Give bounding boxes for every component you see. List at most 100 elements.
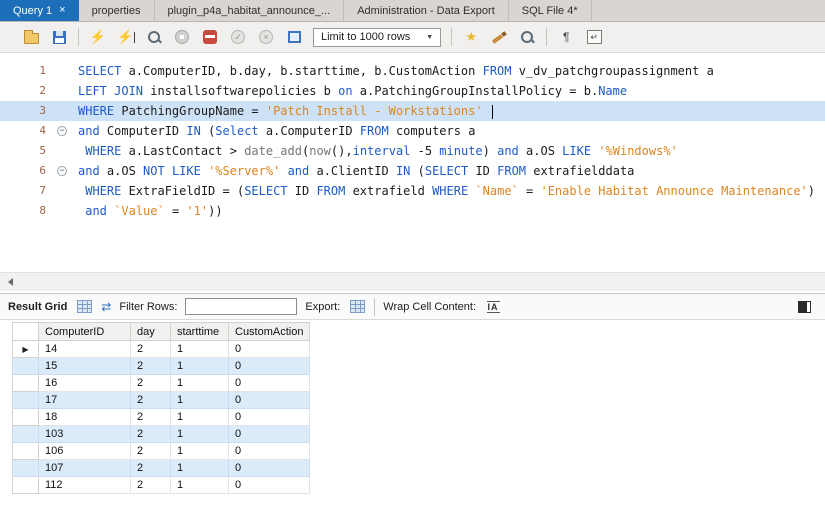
table-cell[interactable]: 106 (38, 442, 131, 460)
beautify-brush-icon[interactable] (490, 28, 508, 46)
table-cell[interactable]: 0 (227, 374, 311, 392)
save-icon[interactable] (50, 28, 68, 46)
column-header[interactable]: CustomAction (227, 322, 311, 341)
rollback-icon[interactable]: × (257, 28, 275, 46)
tab-query-1[interactable]: Query 1 × (0, 0, 79, 21)
export-icon[interactable] (348, 298, 366, 316)
editor-line[interactable]: 2 LEFT JOIN installsoftwarepolicies b on … (0, 81, 825, 101)
table-cell[interactable]: 2 (130, 374, 171, 392)
table-cell[interactable]: 18 (38, 408, 131, 426)
wrap-cell-content-icon[interactable] (484, 298, 502, 316)
table-cell[interactable]: 2 (130, 425, 171, 443)
editor-line[interactable]: 8 and `Value` = '1')) (0, 201, 825, 221)
row-marker[interactable] (12, 459, 39, 477)
scroll-left-icon[interactable] (0, 273, 20, 291)
table-cell[interactable]: 0 (227, 408, 311, 426)
table-cell[interactable]: 1 (170, 340, 229, 358)
row-marker[interactable] (12, 425, 39, 443)
table-cell[interactable]: 15 (38, 357, 131, 375)
table-row[interactable]: 15 2 1 0 (12, 357, 311, 375)
row-marker[interactable] (12, 408, 39, 426)
table-row[interactable]: 103 2 1 0 (12, 425, 311, 443)
table-row[interactable]: 16 2 1 0 (12, 374, 311, 392)
open-file-icon[interactable] (22, 28, 40, 46)
row-marker[interactable] (12, 442, 39, 460)
line-number: 3 (39, 104, 46, 117)
invisible-chars-icon[interactable]: ¶ (557, 28, 575, 46)
table-cell[interactable]: 1 (170, 408, 229, 426)
table-cell[interactable]: 2 (130, 340, 171, 358)
table-cell[interactable]: 0 (227, 357, 311, 375)
editor-line[interactable]: 4 − and ComputerID IN (Select a.ComputerID… (0, 121, 825, 141)
table-cell[interactable]: 2 (130, 391, 171, 409)
execute-icon[interactable]: ⚡ (89, 28, 107, 46)
editor-line[interactable]: 6 − and a.OS NOT LIKE '%Server%' and a.Cli… (0, 161, 825, 181)
table-cell[interactable]: 107 (38, 459, 131, 477)
editor-line[interactable]: 5 WHERE a.LastContact > date_add(now(),i… (0, 141, 825, 161)
table-cell[interactable]: 1 (170, 442, 229, 460)
table-cell[interactable]: 14 (38, 340, 131, 358)
table-cell[interactable]: 112 (38, 476, 131, 494)
row-marker[interactable] (12, 374, 39, 392)
table-row[interactable]: 106 2 1 0 (12, 442, 311, 460)
explain-icon[interactable] (145, 28, 163, 46)
tab-sql-file-4[interactable]: SQL File 4* (509, 0, 592, 21)
table-cell[interactable]: 1 (170, 459, 229, 477)
close-icon[interactable]: × (59, 5, 65, 16)
table-cell[interactable]: 0 (227, 340, 311, 358)
table-cell[interactable]: 2 (130, 357, 171, 375)
wrap-text-icon[interactable]: ↵ (585, 28, 603, 46)
table-cell[interactable]: 1 (170, 357, 229, 375)
editor-horizontal-scrollbar[interactable] (0, 272, 825, 291)
row-marker[interactable] (12, 476, 39, 494)
stop-on-error-icon[interactable] (201, 28, 219, 46)
tab-plugin-p4a-habitat-announce[interactable]: plugin_p4a_habitat_announce_... (155, 0, 345, 21)
editor-line[interactable]: 1 SELECT a.ComputerID, b.day, b.starttime… (0, 61, 825, 81)
limit-rows-dropdown[interactable]: Limit to 1000 rows ▼ (313, 27, 442, 47)
filter-rows-input[interactable] (185, 298, 298, 315)
commit-icon[interactable]: ✓ (229, 28, 247, 46)
side-panel-toggle-icon[interactable] (798, 300, 811, 313)
table-cell[interactable]: 0 (227, 442, 311, 460)
column-header[interactable]: ComputerID (38, 322, 131, 341)
find-icon[interactable] (518, 28, 536, 46)
tab-properties[interactable]: properties (79, 0, 155, 21)
table-row[interactable]: 17 2 1 0 (12, 391, 311, 409)
editor-line[interactable]: 7 WHERE ExtraFieldID = (SELECT ID FROM e… (0, 181, 825, 201)
sql-editor[interactable]: 1 SELECT a.ComputerID, b.day, b.starttime… (0, 53, 825, 272)
beautify-star-icon[interactable]: ★ (462, 28, 480, 46)
fold-icon[interactable]: − (57, 126, 67, 136)
table-cell[interactable]: 2 (130, 442, 171, 460)
table-cell[interactable]: 0 (227, 476, 311, 494)
table-cell[interactable]: 0 (227, 425, 311, 443)
column-header[interactable]: starttime (170, 322, 229, 341)
table-cell[interactable]: 2 (130, 476, 171, 494)
table-cell[interactable]: 2 (130, 408, 171, 426)
table-cell[interactable]: 2 (130, 459, 171, 477)
table-row[interactable]: ▶ 14 2 1 0 (12, 340, 311, 358)
column-header[interactable]: day (130, 322, 171, 341)
table-cell[interactable]: 17 (38, 391, 131, 409)
autocommit-icon[interactable] (285, 28, 303, 46)
row-marker[interactable]: ▶ (12, 340, 39, 358)
row-marker[interactable] (12, 391, 39, 409)
table-row[interactable]: 18 2 1 0 (12, 408, 311, 426)
tab-administration-data-export[interactable]: Administration - Data Export (344, 0, 509, 21)
table-cell[interactable]: 16 (38, 374, 131, 392)
row-marker[interactable] (12, 357, 39, 375)
stop-icon[interactable] (173, 28, 191, 46)
table-cell[interactable]: 0 (227, 391, 311, 409)
table-row[interactable]: 107 2 1 0 (12, 459, 311, 477)
refresh-icon[interactable]: ⇄ (101, 300, 111, 314)
table-cell[interactable]: 1 (170, 476, 229, 494)
table-cell[interactable]: 0 (227, 459, 311, 477)
table-cell[interactable]: 1 (170, 391, 229, 409)
editor-line[interactable]: 3 WHERE PatchingGroupName = 'Patch Instal… (0, 101, 825, 121)
table-cell[interactable]: 1 (170, 425, 229, 443)
sql-code: LEFT JOIN installsoftwarepolicies b on a… (78, 84, 628, 98)
fold-icon[interactable]: − (57, 166, 67, 176)
execute-current-icon[interactable]: ⚡ (117, 28, 135, 46)
table-cell[interactable]: 1 (170, 374, 229, 392)
table-row[interactable]: 112 2 1 0 (12, 476, 311, 494)
table-cell[interactable]: 103 (38, 425, 131, 443)
